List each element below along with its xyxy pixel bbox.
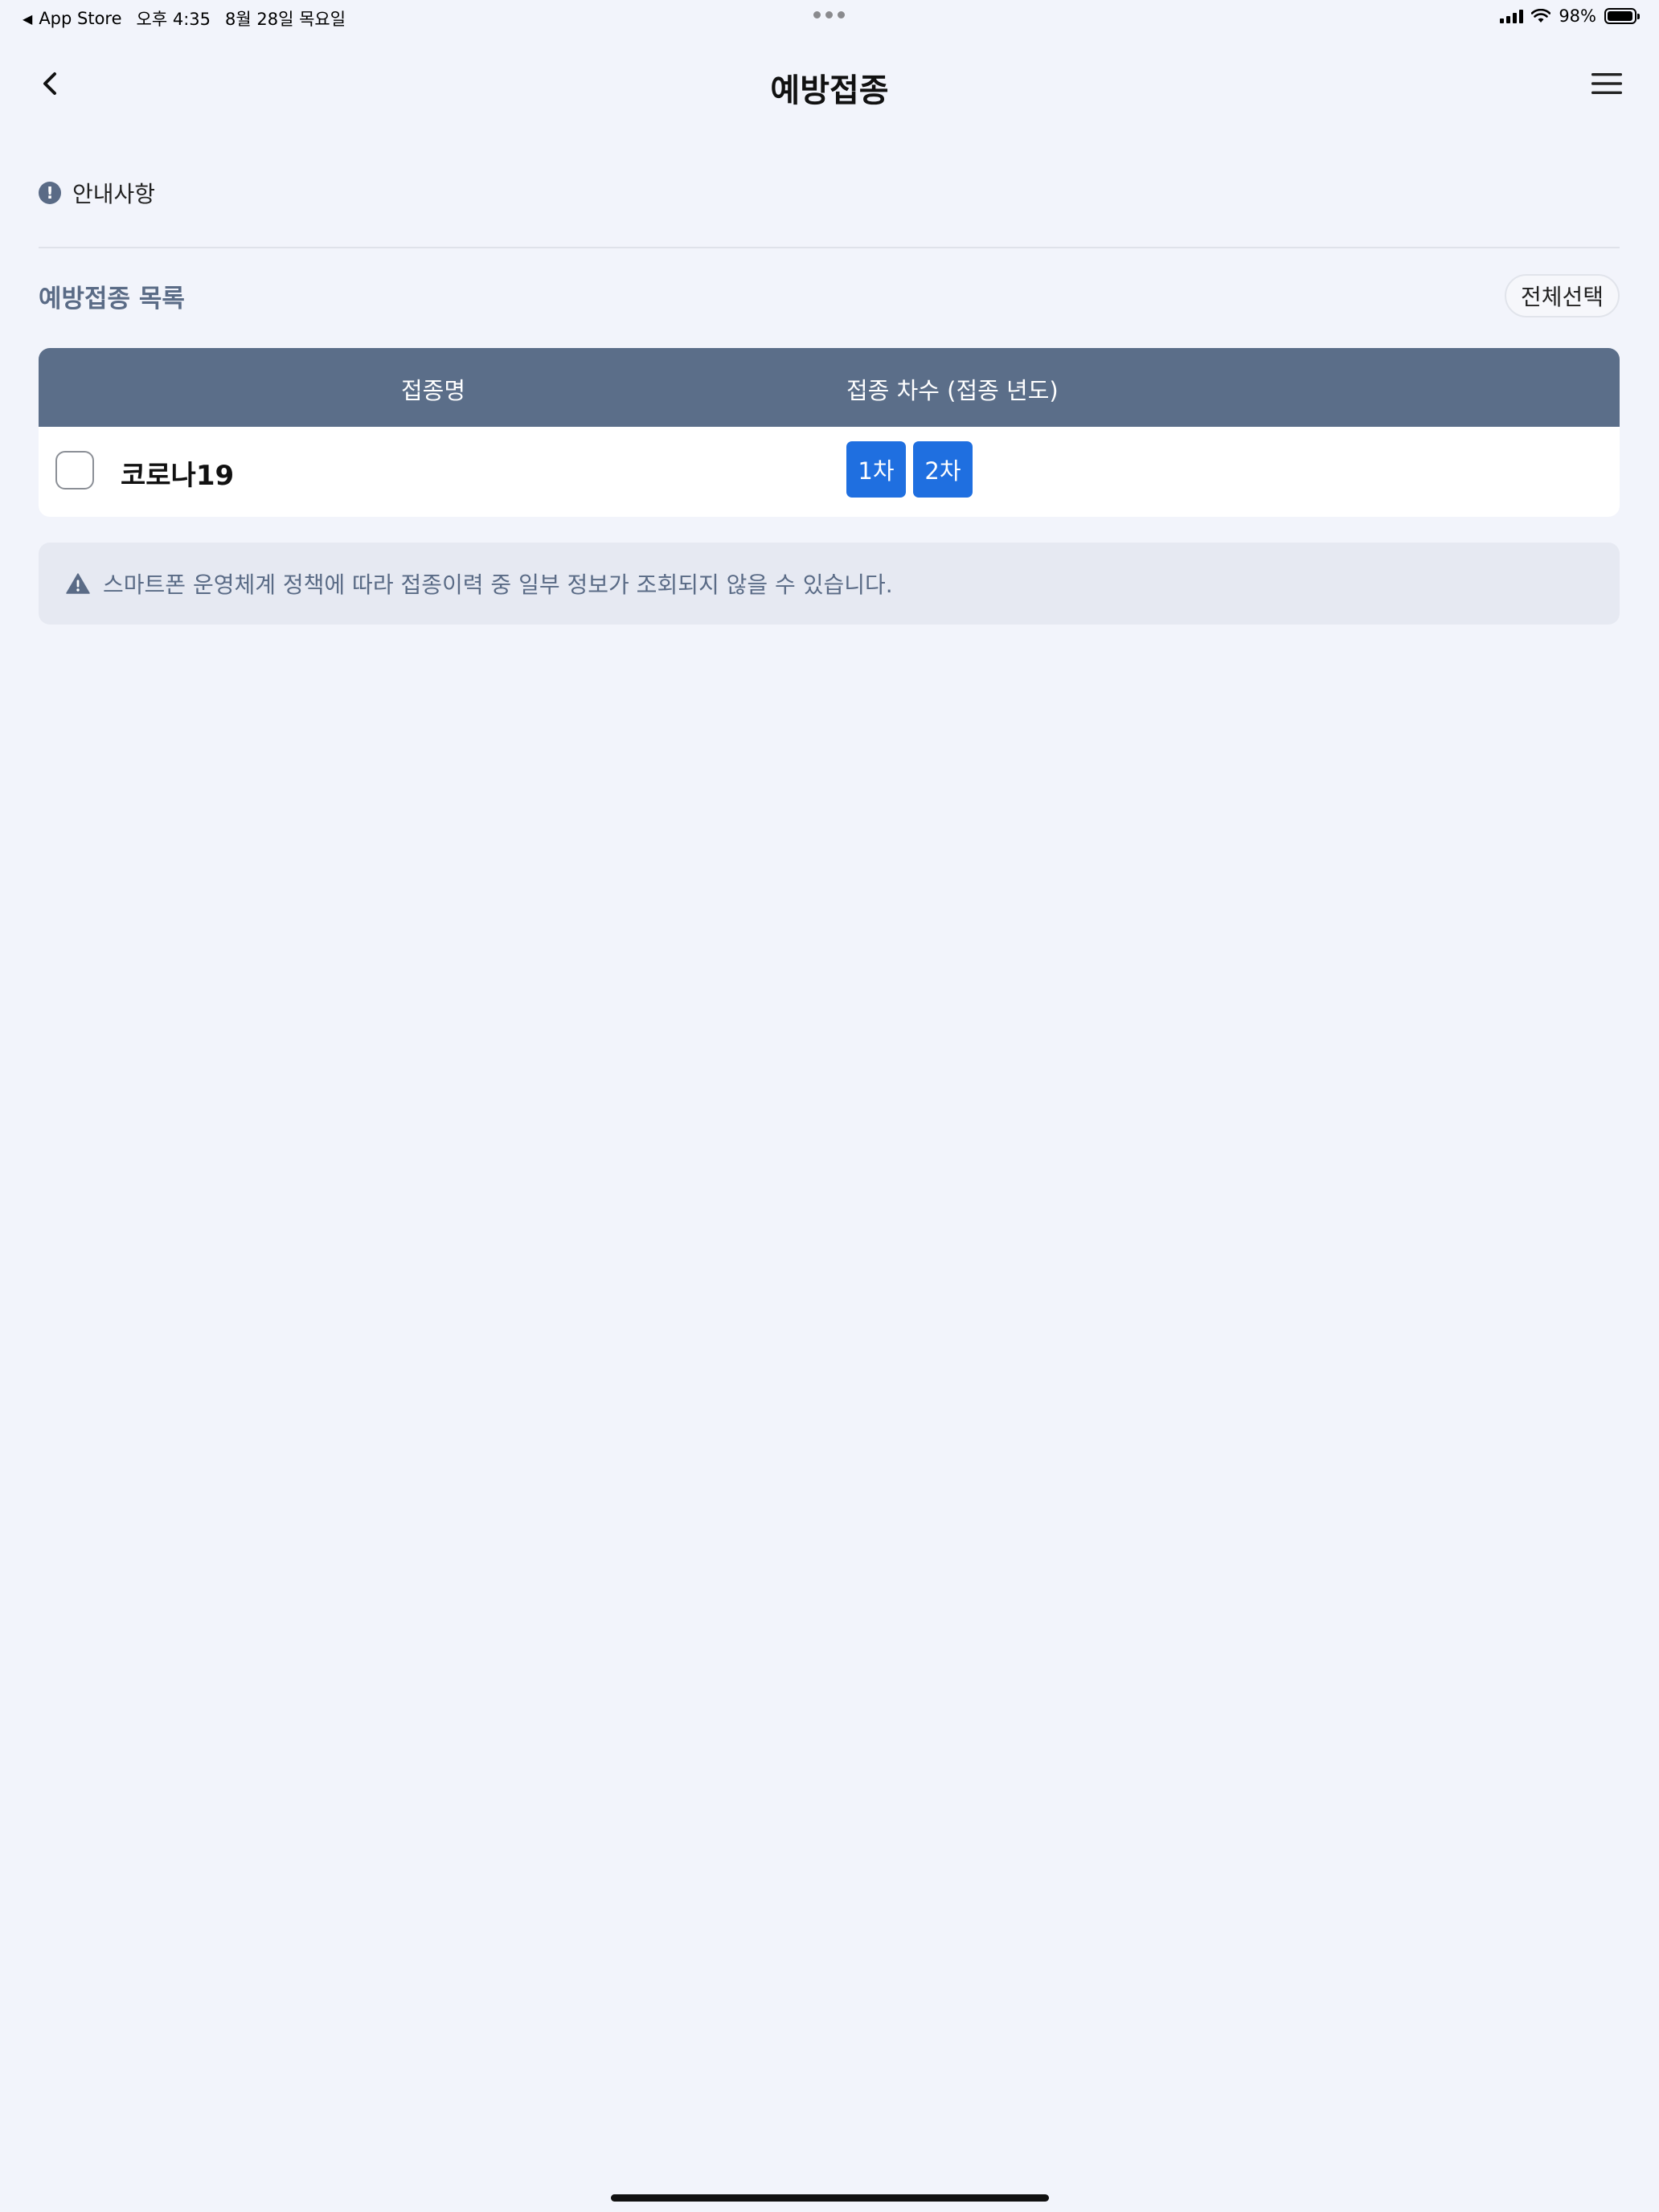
column-header-dose: 접종 차수 (접종 년도) [846, 377, 1059, 404]
select-all-button[interactable]: 전체선택 [1504, 274, 1620, 317]
nav-header: 예방접종 [0, 48, 1659, 121]
battery-percent: 98% [1559, 6, 1596, 26]
status-time: 오후 4:35 [136, 10, 211, 29]
table-row[interactable]: 코로나19 1차 2차 [39, 427, 1620, 517]
status-bar: ◀ App Store 오후 4:35 8월 28일 목요일 98% [0, 0, 1659, 35]
page-title: 예방접종 [770, 72, 889, 109]
os-policy-warning: 스마트폰 운영체계 정책에 따라 접종이력 중 일부 정보가 조회되지 않을 수… [39, 543, 1620, 625]
cellular-signal-icon [1500, 9, 1524, 23]
page: ◀ App Store 오후 4:35 8월 28일 목요일 98% 예방접종 … [0, 0, 1659, 2212]
notice-link[interactable]: ! 안내사항 [39, 177, 155, 209]
vaccination-list-title: 예방접종 목록 [39, 285, 185, 313]
multitasking-dots-icon[interactable] [813, 11, 845, 18]
vaccination-table: 접종명 접종 차수 (접종 년도) 코로나19 1차 2차 [39, 348, 1620, 517]
menu-button[interactable] [1587, 66, 1627, 101]
dose-badge-2[interactable]: 2차 [913, 441, 973, 498]
status-right: 98% [1500, 6, 1640, 26]
wifi-icon [1531, 9, 1551, 23]
row-checkbox[interactable] [55, 451, 94, 490]
dose-badge-1[interactable]: 1차 [846, 441, 906, 498]
column-header-name: 접종명 [401, 377, 466, 404]
warning-text: 스마트폰 운영체계 정책에 따라 접종이력 중 일부 정보가 조회되지 않을 수… [103, 571, 893, 598]
divider [39, 247, 1620, 248]
vaccine-name: 코로나19 [121, 460, 235, 492]
battery-icon [1604, 8, 1640, 24]
dose-badges: 1차 2차 [846, 441, 973, 498]
back-to-app-icon[interactable]: ◀ [23, 11, 32, 27]
table-header: 접종명 접종 차수 (접종 년도) [39, 348, 1620, 427]
status-left: ◀ App Store 오후 4:35 8월 28일 목요일 [23, 6, 346, 31]
home-indicator[interactable] [611, 2194, 1049, 2202]
notice-label: 안내사항 [72, 181, 156, 207]
warning-icon [66, 573, 90, 594]
back-to-app-label[interactable]: App Store [39, 9, 121, 28]
info-icon: ! [39, 182, 61, 204]
status-date: 8월 28일 목요일 [225, 10, 346, 29]
hamburger-menu-icon [1591, 73, 1622, 94]
